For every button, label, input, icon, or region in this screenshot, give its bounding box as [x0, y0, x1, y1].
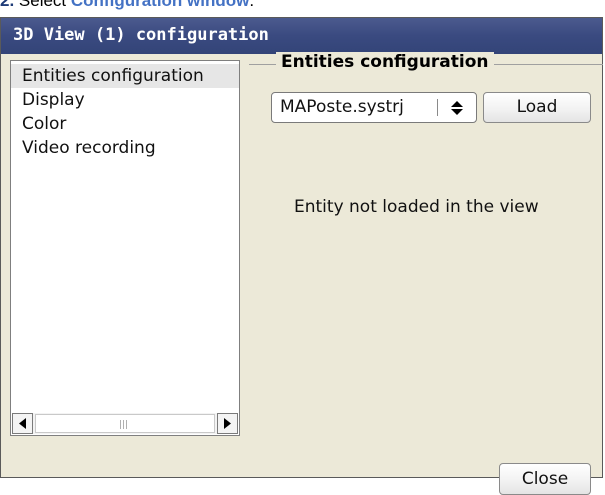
- entity-select-value: MAPoste.systrj: [280, 97, 404, 117]
- step-number: 2.: [0, 0, 15, 10]
- entity-select[interactable]: MAPoste.systrj: [271, 92, 477, 123]
- doc-step-heading: 2. Select Configuration window.: [0, 0, 254, 11]
- triangle-left-icon: [19, 418, 26, 429]
- group-title: Entities configuration: [276, 52, 494, 72]
- list-item-label: Entities configuration: [22, 66, 204, 86]
- step-suffix: .: [249, 0, 255, 10]
- list-item-label: Display: [22, 90, 85, 110]
- list-item-display[interactable]: Display: [11, 88, 239, 112]
- scroll-left-button[interactable]: [12, 413, 33, 434]
- category-list: Entities configuration Display Color Vid…: [10, 60, 240, 436]
- close-button[interactable]: Close: [499, 463, 591, 495]
- load-button[interactable]: Load: [483, 92, 591, 123]
- grip-icon: [120, 420, 129, 429]
- list-item-label: Video recording: [22, 138, 156, 158]
- scrollbar-thumb[interactable]: [35, 414, 215, 433]
- horizontal-scrollbar[interactable]: [12, 413, 238, 434]
- list-item-entities-configuration[interactable]: Entities configuration: [11, 64, 239, 88]
- triangle-right-icon: [224, 418, 231, 429]
- list-item-label: Color: [22, 114, 67, 134]
- step-text: Select: [14, 0, 71, 10]
- list-item-video-recording[interactable]: Video recording: [11, 136, 239, 160]
- step-highlight: Configuration window: [70, 0, 250, 10]
- window-title: 3D View (1) configuration: [13, 25, 269, 45]
- up-down-arrows-icon: [451, 101, 463, 115]
- title-bar[interactable]: 3D View (1) configuration: [1, 18, 602, 54]
- scroll-right-button[interactable]: [217, 413, 238, 434]
- list-item-color[interactable]: Color: [11, 112, 239, 136]
- window-client-area: Entities configuration Display Color Vid…: [1, 52, 603, 495]
- configuration-window: 3D View (1) configuration Entities confi…: [0, 17, 603, 495]
- entity-status-text: Entity not loaded in the view: [294, 197, 539, 217]
- combo-separator: [437, 99, 438, 116]
